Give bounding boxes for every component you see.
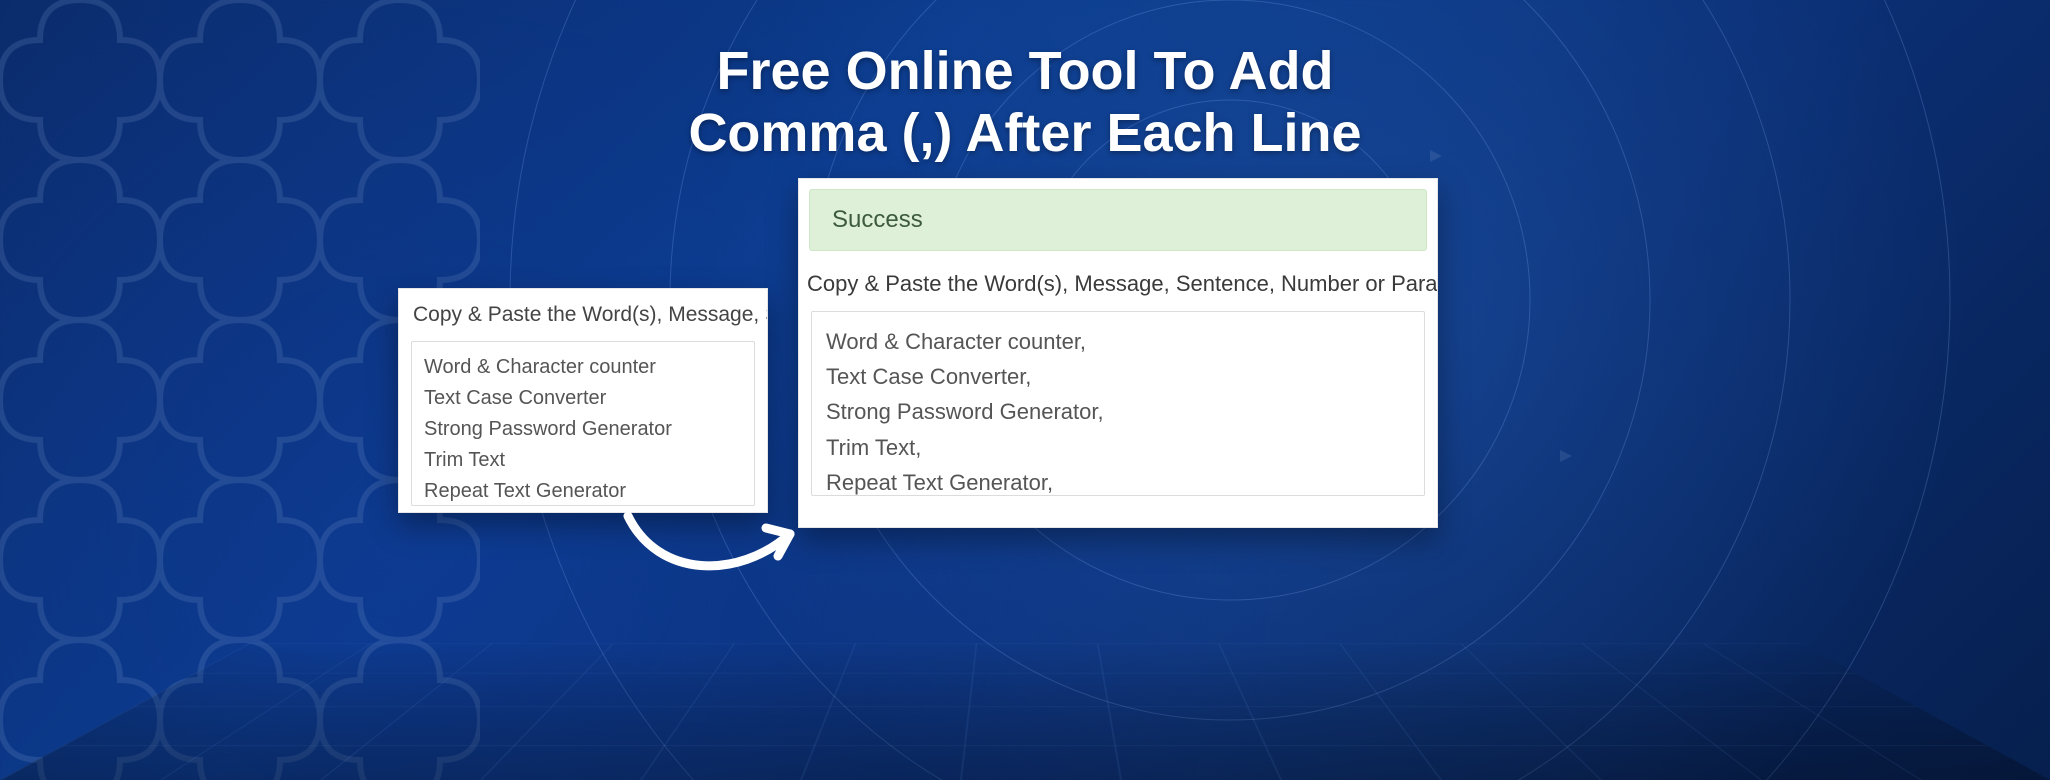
input-textarea[interactable]: Word & Character counter Text Case Conve… [411,341,755,506]
output-panel: Success Copy & Paste the Word(s), Messag… [798,178,1438,528]
headline-line1: Free Online Tool To Add [717,41,1334,101]
input-label: Copy & Paste the Word(s), Message, Se [399,289,767,337]
floor-grid [0,644,2050,780]
output-textarea[interactable]: Word & Character counter, Text Case Conv… [811,311,1425,496]
headline-line2: Comma (,) After Each Line [688,103,1361,163]
output-label: Copy & Paste the Word(s), Message, Sente… [799,257,1437,305]
page-title: Free Online Tool To Add Comma (,) After … [375,40,1675,164]
input-panel: Copy & Paste the Word(s), Message, Se Wo… [398,288,768,513]
success-banner: Success [809,189,1427,251]
